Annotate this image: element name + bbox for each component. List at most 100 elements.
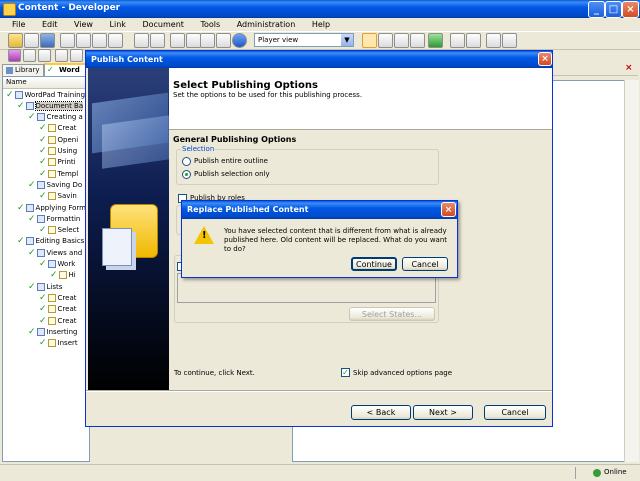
collapse-icon[interactable] — [186, 33, 201, 48]
publish-close-icon[interactable]: × — [538, 52, 552, 66]
continue-button[interactable]: Continue — [351, 257, 397, 271]
right-pane-scrollbar[interactable] — [624, 80, 639, 462]
pane-close-icon[interactable]: × — [625, 63, 633, 73]
package-icon[interactable] — [23, 49, 36, 62]
checkout-icon[interactable] — [466, 33, 481, 48]
tree-item-label: Creat — [57, 316, 77, 325]
status-bar: Online — [0, 464, 640, 481]
tree-item[interactable]: ✓ Creating a — [28, 112, 83, 123]
tree-item-label: Using — [57, 147, 78, 155]
menu-help[interactable]: Help — [312, 20, 330, 29]
tree-item[interactable]: ✓ Select — [39, 225, 79, 236]
tree-item[interactable]: ✓ Using — [39, 146, 77, 157]
checkmark-icon: ✓ — [50, 270, 58, 281]
redo-icon[interactable] — [150, 33, 165, 48]
copy-icon[interactable] — [76, 33, 91, 48]
tree-header[interactable]: Name — [3, 77, 89, 89]
menu-view[interactable]: View — [74, 20, 93, 29]
download-icon[interactable] — [486, 33, 501, 48]
chevron-down-icon[interactable]: ▼ — [341, 34, 353, 46]
tree-item[interactable]: ✓ Openi — [39, 134, 78, 145]
undo-icon[interactable] — [134, 33, 149, 48]
save-icon[interactable] — [40, 33, 55, 48]
view-select[interactable]: Player view ▼ — [254, 33, 354, 47]
next-button-label: Next > — [429, 408, 457, 417]
tab-library[interactable]: Library — [2, 64, 44, 76]
tree-item[interactable]: ✓ Work — [39, 259, 75, 270]
section-icon — [47, 260, 56, 268]
layout-2-icon[interactable] — [378, 33, 393, 48]
topic-icon — [47, 226, 56, 235]
selection-label: Selection — [181, 145, 216, 153]
publish-icon[interactable] — [8, 49, 21, 62]
checkin-icon[interactable] — [450, 33, 465, 48]
minimize-icon[interactable]: _ — [588, 1, 605, 18]
replace-cancel-label: Cancel — [411, 259, 439, 269]
publish-cancel-button[interactable]: Cancel — [484, 405, 546, 420]
replace-dialog: Replace Published Content × ! You have s… — [181, 200, 458, 278]
maximize-icon[interactable]: □ — [605, 1, 622, 18]
refresh-icon[interactable] — [428, 33, 443, 48]
tree-item[interactable]: ✓ Document Ba — [17, 100, 84, 111]
tree-item[interactable]: ✓ Creat — [39, 292, 77, 303]
skip-advanced-checkbox[interactable]: ✓ — [341, 368, 350, 377]
main-title-bar[interactable]: Content - Developer _ □ × — [0, 0, 640, 18]
print-icon[interactable] — [70, 49, 83, 62]
tree-item[interactable]: ✓ Templ — [39, 168, 78, 179]
help-topic-icon[interactable] — [55, 49, 68, 62]
menu-administration[interactable]: Administration — [237, 20, 296, 29]
menu-file[interactable]: File — [12, 20, 25, 29]
menu-edit[interactable]: Edit — [42, 20, 58, 29]
replace-close-icon[interactable]: × — [441, 202, 456, 217]
checkmark-icon: ✓ — [28, 112, 36, 123]
tree-item[interactable]: ✓ Printi — [39, 157, 76, 168]
paste-icon[interactable] — [92, 33, 107, 48]
cut-icon[interactable] — [60, 33, 75, 48]
tree-item[interactable]: ✓ Creat — [39, 315, 77, 326]
delete-icon[interactable] — [108, 33, 123, 48]
replace-dialog-title-bar[interactable]: Replace Published Content × — [182, 201, 457, 219]
checkmark-icon: ✓ — [28, 281, 36, 292]
tree-item[interactable]: ✓ Savin — [39, 191, 77, 202]
publish-dialog-title-bar[interactable]: Publish Content × — [86, 51, 552, 68]
preview-icon[interactable] — [38, 49, 51, 62]
tree-item[interactable]: ✓ Saving Do — [28, 179, 82, 190]
new-icon[interactable] — [24, 33, 39, 48]
tab-word[interactable]: ✓ Word — [44, 63, 90, 76]
close-icon[interactable]: × — [622, 1, 639, 18]
tree-item[interactable]: ✓ Lists — [28, 281, 62, 292]
tree-item[interactable]: ✓ WordPad Training — [6, 89, 85, 100]
tree-item[interactable]: ✓ Formattin — [28, 213, 80, 224]
tree-item[interactable]: ✓ Insert — [39, 338, 78, 349]
topic-icon — [47, 293, 56, 302]
tree-item[interactable]: ✓ Creat — [39, 123, 77, 134]
open-icon[interactable] — [8, 33, 23, 48]
select-states-button[interactable]: Select States... — [349, 307, 435, 321]
menu-link[interactable]: Link — [110, 20, 126, 29]
layout-1-icon[interactable] — [362, 33, 377, 48]
expand-icon[interactable] — [170, 33, 185, 48]
properties-icon[interactable] — [502, 33, 517, 48]
tree-item[interactable]: ✓ Inserting — [28, 326, 77, 337]
find-icon[interactable] — [200, 33, 215, 48]
menu-bar: File Edit View Link Document Tools Admin… — [12, 20, 344, 31]
tree-item[interactable]: ✓ Hi — [50, 270, 76, 281]
tree-item[interactable]: ✓ Applying Form — [17, 202, 86, 213]
tree-item[interactable]: ✓ Creat — [39, 304, 77, 315]
menu-document[interactable]: Document — [142, 20, 183, 29]
tree-item[interactable]: ✓ Views and — [28, 247, 82, 258]
tree-item-label: Openi — [57, 135, 79, 144]
tree-item[interactable]: ✓ Editing Basics — [17, 236, 84, 247]
next-button[interactable]: Next > — [413, 405, 473, 420]
tree-item-label: Insert — [57, 339, 78, 348]
replace-cancel-button[interactable]: Cancel — [402, 257, 448, 271]
help-icon[interactable] — [232, 33, 247, 48]
radio-publish-selection[interactable] — [182, 170, 191, 179]
tree-item-label: Creat — [57, 305, 77, 314]
back-button[interactable]: < Back — [351, 405, 411, 420]
spell-check-icon[interactable] — [216, 33, 231, 48]
radio-publish-entire[interactable] — [182, 157, 191, 166]
menu-tools[interactable]: Tools — [200, 20, 220, 29]
layout-4-icon[interactable] — [410, 33, 425, 48]
layout-3-icon[interactable] — [394, 33, 409, 48]
